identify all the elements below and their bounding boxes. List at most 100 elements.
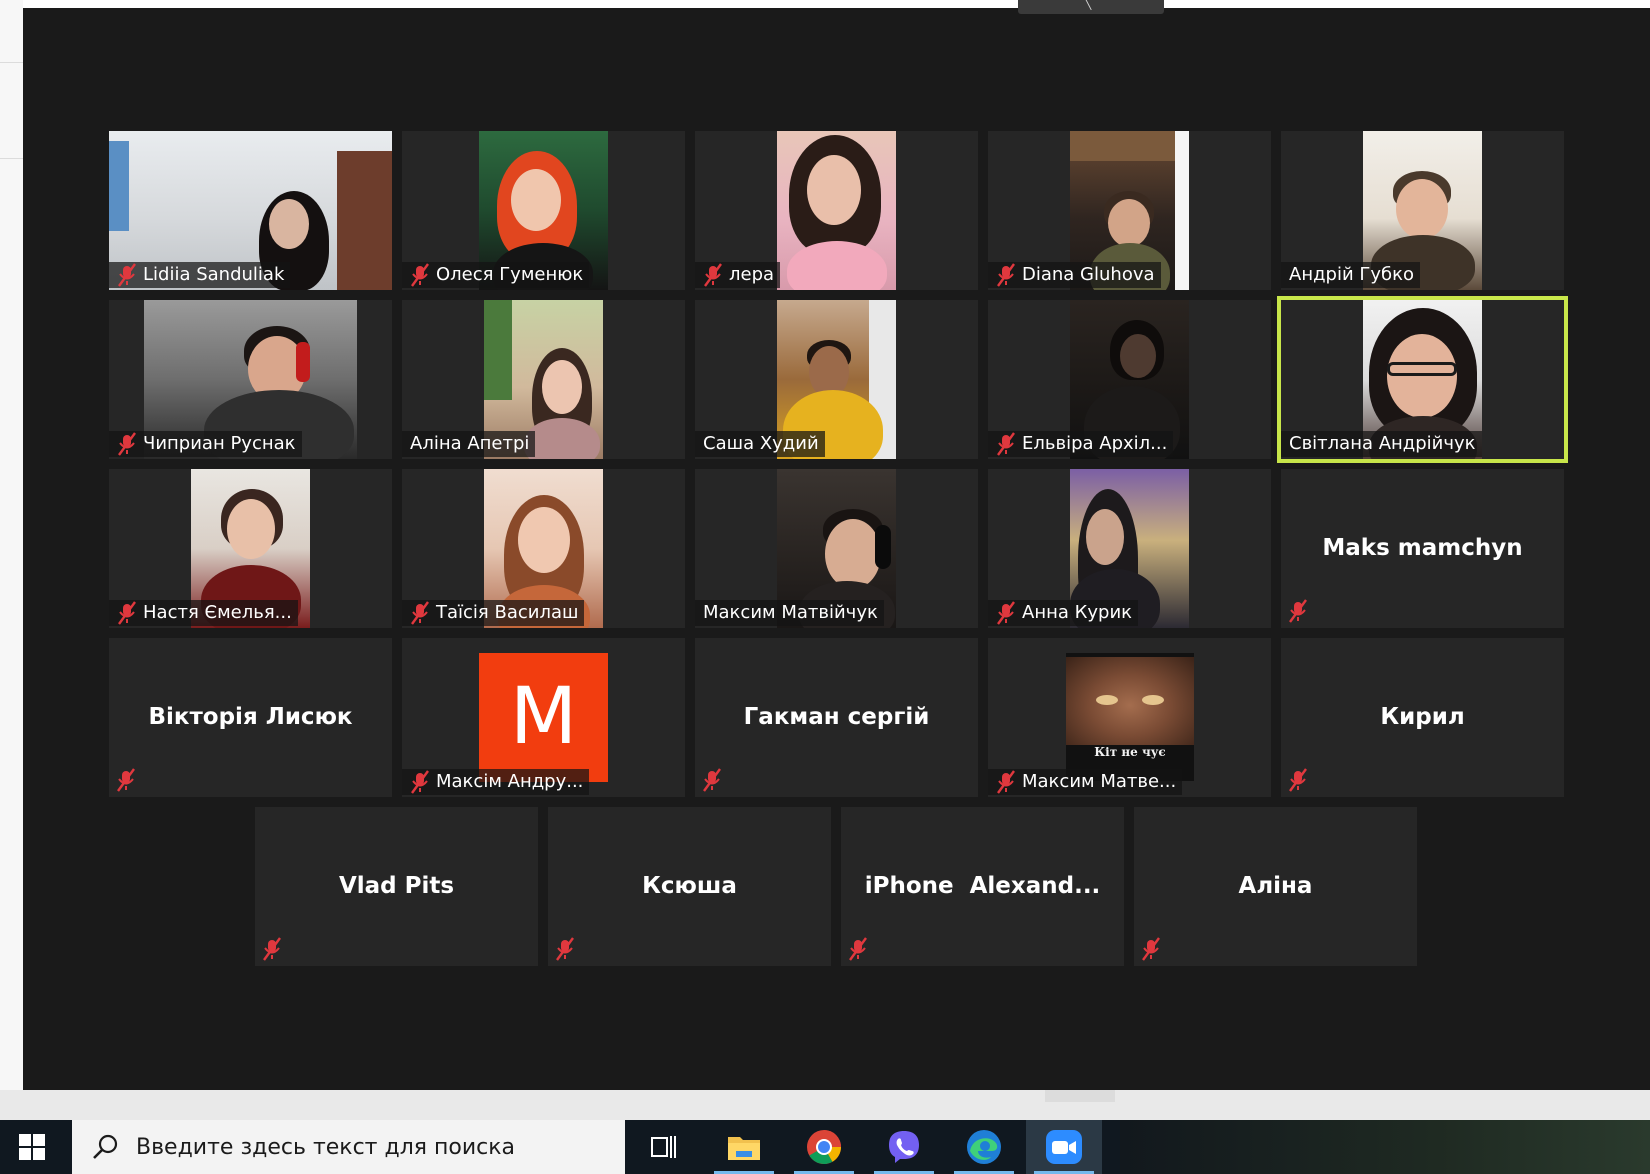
- participant-name-label: Ельвіра Архіл...: [988, 431, 1174, 457]
- mic-muted-icon: [118, 432, 136, 456]
- chrome-button[interactable]: [786, 1120, 862, 1174]
- participant-tile[interactable]: Ельвіра Архіл...: [988, 300, 1271, 459]
- participant-name-label: Diana Gluhova: [988, 262, 1161, 288]
- participant-name-label: Таїсія Василаш: [402, 600, 585, 626]
- zoom-meeting-window: ╲ Lidiia Sanduliak Олеся Гуменюк лера Di…: [23, 0, 1650, 1090]
- participant-name-label: Максим Матве...: [988, 769, 1183, 795]
- taskbar-background: [1120, 1120, 1650, 1174]
- participant-name: Кирил: [1380, 704, 1465, 730]
- participant-tile[interactable]: M Максім Андру...: [402, 638, 685, 797]
- start-button[interactable]: [0, 1120, 72, 1174]
- mic-muted-icon: [704, 263, 722, 287]
- mic-muted-icon: [849, 937, 867, 961]
- participant-tile[interactable]: Кіт не чує Максим Матве...: [988, 638, 1271, 797]
- participant-avatar: M: [479, 653, 608, 782]
- participant-tile[interactable]: Олеся Гуменюк: [402, 131, 685, 290]
- participant-tile[interactable]: iPhone Alexand...: [841, 807, 1124, 966]
- mic-muted-icon: [411, 263, 429, 287]
- participant-name: Maks mamchyn: [1322, 535, 1523, 561]
- mic-muted-icon: [556, 937, 574, 961]
- participant-name: лера: [729, 264, 775, 285]
- participant-name: Аліна: [1238, 873, 1313, 899]
- participant-tile[interactable]: Вікторія Лисюк: [109, 638, 392, 797]
- participant-name: Ельвіра Архіл...: [1022, 433, 1168, 454]
- mic-muted-icon: [1142, 937, 1160, 961]
- participant-tile[interactable]: Андрій Губко: [1281, 131, 1564, 290]
- participant-tile[interactable]: Diana Gluhova: [988, 131, 1271, 290]
- mic-muted-icon: [411, 601, 429, 625]
- participant-tile[interactable]: Ксюша: [548, 807, 831, 966]
- participant-tile[interactable]: Lidiia Sanduliak: [109, 131, 392, 290]
- participant-name-label: Максим Матвійчук: [695, 600, 884, 626]
- participant-name: Lidiia Sanduliak: [143, 264, 285, 285]
- desktop-background: [0, 0, 23, 1120]
- mic-muted-icon: [117, 768, 135, 792]
- cat-image: [1066, 657, 1194, 745]
- desktop-divider: [0, 62, 23, 63]
- participant-name-label: Настя Ємелья...: [109, 600, 298, 626]
- participant-tile[interactable]: Таїсія Василаш: [402, 469, 685, 628]
- mic-muted-icon: [118, 601, 136, 625]
- participant-name-label: Lidiia Sanduliak: [109, 262, 291, 288]
- mic-muted-icon: [997, 601, 1015, 625]
- participant-name-label: Анна Курик: [988, 600, 1139, 626]
- window-resize-handle[interactable]: [1045, 1090, 1115, 1102]
- search-input[interactable]: [136, 1120, 616, 1174]
- zoom-button[interactable]: [1026, 1120, 1102, 1174]
- participant-tile[interactable]: Анна Курик: [988, 469, 1271, 628]
- participant-name-label: лера: [695, 262, 781, 288]
- desktop-background: [0, 1090, 1650, 1120]
- mic-muted-icon: [703, 768, 721, 792]
- participant-tile[interactable]: Саша Худий: [695, 300, 978, 459]
- participant-tile[interactable]: Аліна: [1134, 807, 1417, 966]
- task-view-button[interactable]: [625, 1120, 701, 1174]
- participant-name: Чиприан Руснак: [143, 433, 296, 454]
- participant-name: Анна Курик: [1022, 602, 1133, 623]
- mic-muted-icon: [997, 263, 1015, 287]
- participant-name-label: Світлана Андрійчук: [1281, 431, 1482, 457]
- participant-tile-active-speaker[interactable]: Світлана Андрійчук: [1281, 300, 1564, 459]
- participant-name: Саша Худий: [703, 433, 819, 454]
- viber-icon: [889, 1131, 919, 1163]
- participant-name: Аліна Апетрі: [410, 433, 530, 454]
- mic-muted-icon: [997, 432, 1015, 456]
- participant-tile[interactable]: Maks mamchyn: [1281, 469, 1564, 628]
- participant-tile[interactable]: Чиприан Руснак: [109, 300, 392, 459]
- participant-tile[interactable]: Кирил: [1281, 638, 1564, 797]
- mic-muted-icon: [1289, 768, 1307, 792]
- mic-muted-icon: [411, 770, 429, 794]
- taskbar-search-box[interactable]: [72, 1120, 625, 1174]
- participant-tile[interactable]: лера: [695, 131, 978, 290]
- gallery-view: Lidiia Sanduliak Олеся Гуменюк лера Dian…: [23, 0, 1650, 1090]
- participant-video: [777, 131, 896, 290]
- participant-name: iPhone Alexand...: [864, 873, 1101, 899]
- zoom-icon: [1046, 1130, 1082, 1164]
- participant-name: Настя Ємелья...: [143, 602, 292, 623]
- participant-name: Максім Андру...: [436, 771, 584, 792]
- participant-tile[interactable]: Настя Ємелья...: [109, 469, 392, 628]
- participant-tile[interactable]: Аліна Апетрі: [402, 300, 685, 459]
- participant-tile[interactable]: Vlad Pits: [255, 807, 538, 966]
- file-explorer-button[interactable]: [706, 1120, 782, 1174]
- profile-caption: Кіт не чує: [1094, 745, 1166, 759]
- participant-name: Diana Gluhova: [1022, 264, 1155, 285]
- participant-name: Vlad Pits: [338, 873, 455, 899]
- viber-button[interactable]: [866, 1120, 942, 1174]
- participant-name: Вікторія Лисюк: [148, 704, 353, 730]
- mic-muted-icon: [263, 937, 281, 961]
- edge-icon: [967, 1130, 1001, 1164]
- participant-name-label: Саша Худий: [695, 431, 825, 457]
- search-icon: [93, 1134, 118, 1159]
- task-view-icon: [651, 1136, 676, 1158]
- participant-name-label: Аліна Апетрі: [402, 431, 536, 457]
- file-explorer-icon: [728, 1137, 760, 1160]
- windows-logo-icon: [19, 1134, 45, 1160]
- participant-tile[interactable]: Гакман сергій: [695, 638, 978, 797]
- mic-muted-icon: [118, 263, 136, 287]
- participant-name: Гакман сергій: [743, 704, 930, 730]
- participant-tile[interactable]: Максим Матвійчук: [695, 469, 978, 628]
- participant-name: Максим Матве...: [1022, 771, 1177, 792]
- participant-name-label: Максім Андру...: [402, 769, 590, 795]
- edge-button[interactable]: [946, 1120, 1022, 1174]
- participant-name: Ксюша: [642, 873, 737, 899]
